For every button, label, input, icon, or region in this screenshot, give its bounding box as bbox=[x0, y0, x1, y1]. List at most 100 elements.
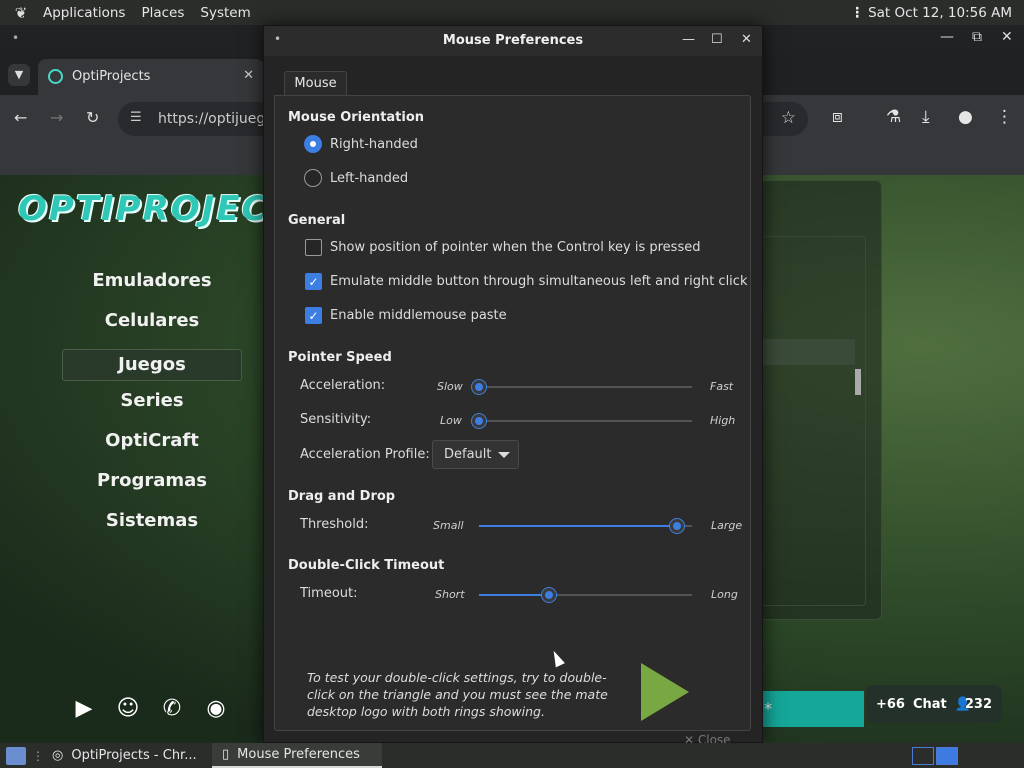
preferences-notebook: Mouse Mouse Orientation Right-handed Lef… bbox=[274, 67, 751, 731]
chat-count: +66 bbox=[875, 696, 905, 712]
middle-paste-checkbox[interactable]: ✓ Enable middlemouse paste bbox=[305, 307, 507, 324]
workspace-switcher bbox=[910, 746, 958, 765]
acceleration-max-label: Fast bbox=[710, 380, 734, 393]
social-links: ▶ ☺ ✆ ◉ bbox=[68, 695, 232, 723]
timeout-label: Timeout: bbox=[300, 586, 358, 601]
more-menu-icon[interactable]: ⋮ bbox=[996, 107, 1013, 127]
timeout-min-label: Short bbox=[435, 588, 465, 601]
acceleration-slider-handle[interactable] bbox=[472, 380, 486, 394]
teal-button[interactable]: * bbox=[760, 691, 864, 727]
menu-applications[interactable]: Applications bbox=[35, 5, 133, 21]
chat-widget[interactable]: +66 Chat 👤 232 bbox=[866, 685, 1002, 723]
chat-users: 232 bbox=[964, 696, 992, 712]
tab-search-icon[interactable]: ▼ bbox=[8, 64, 30, 86]
workspace-1[interactable] bbox=[912, 746, 934, 765]
bookmark-star-icon[interactable]: ☆ bbox=[781, 108, 796, 128]
broadcast-icon[interactable]: ◉ bbox=[200, 695, 232, 723]
nav-emuladores[interactable]: Emuladores bbox=[62, 265, 242, 305]
timeout-slider[interactable] bbox=[479, 588, 692, 602]
tab-mouse[interactable]: Mouse bbox=[284, 71, 347, 96]
nav-opticraft[interactable]: OptiCraft bbox=[62, 425, 242, 465]
menu-places[interactable]: Places bbox=[133, 5, 192, 21]
maximize-icon[interactable]: ☐ bbox=[711, 32, 723, 47]
sensitivity-label: Sensitivity: bbox=[300, 412, 372, 427]
maximize-icon[interactable]: ⧉ bbox=[972, 29, 982, 45]
threshold-slider[interactable] bbox=[479, 519, 692, 533]
sensitivity-slider-handle[interactable] bbox=[472, 414, 486, 428]
forward-icon[interactable]: → bbox=[50, 108, 63, 127]
top-panel: ❦ Applications Places System ⋮ Sat Oct 1… bbox=[0, 0, 1024, 25]
mouse-page: Mouse Orientation Right-handed Left-hand… bbox=[274, 95, 751, 731]
threshold-slider-handle[interactable] bbox=[670, 519, 685, 533]
checkbox-indicator[interactable] bbox=[305, 239, 322, 256]
chat-label: Chat bbox=[912, 696, 947, 712]
dropdown-arrow-icon bbox=[498, 452, 510, 458]
extensions-icon[interactable]: ⧈ bbox=[832, 107, 843, 127]
show-pointer-checkbox[interactable]: Show position of pointer when the Contro… bbox=[305, 239, 700, 256]
radio-indicator[interactable] bbox=[304, 169, 322, 187]
show-desktop-icon[interactable] bbox=[6, 746, 26, 765]
sensitivity-slider[interactable] bbox=[472, 414, 692, 428]
labs-flask-icon[interactable]: ⚗ bbox=[886, 107, 901, 127]
task-browser[interactable]: ◎ OptiProjects - Chr... bbox=[42, 743, 212, 768]
minimize-icon[interactable]: — bbox=[940, 29, 954, 45]
back-icon[interactable]: ← bbox=[14, 108, 27, 127]
radio-indicator[interactable] bbox=[304, 135, 322, 153]
download-icon[interactable]: ⤓ bbox=[922, 107, 930, 127]
youtube-icon[interactable]: ▶ bbox=[68, 695, 100, 723]
url-text[interactable]: https://optijuego bbox=[158, 111, 274, 127]
bottom-taskbar: ⋮ ◎ OptiProjects - Chr... ▯ Mouse Prefer… bbox=[0, 743, 1024, 768]
checkmark-icon[interactable]: ✓ bbox=[305, 273, 322, 290]
acceleration-slider[interactable] bbox=[472, 380, 692, 394]
acceleration-profile-select[interactable]: Default bbox=[432, 440, 519, 469]
panel-handle-icon: ⋮ bbox=[32, 748, 44, 763]
whatsapp-icon[interactable]: ✆ bbox=[156, 695, 188, 723]
close-icon[interactable]: ✕ bbox=[741, 32, 752, 47]
panel-handle-icon: ⋮ bbox=[850, 4, 865, 21]
site-nav: Emuladores Celulares Juegos Series OptiC… bbox=[62, 265, 242, 545]
clock[interactable]: Sat Oct 12, 10:56 AM bbox=[868, 5, 1012, 21]
orientation-heading: Mouse Orientation bbox=[288, 110, 425, 125]
acceleration-profile-label: Acceleration Profile: bbox=[300, 447, 430, 462]
right-handed-radio[interactable]: Right-handed bbox=[304, 135, 418, 153]
drag-drop-heading: Drag and Drop bbox=[288, 489, 396, 504]
site-info-icon[interactable]: ☰ bbox=[130, 110, 142, 125]
double-click-test-triangle[interactable] bbox=[641, 663, 689, 721]
general-heading: General bbox=[288, 213, 346, 228]
tab-title: OptiProjects bbox=[72, 69, 151, 84]
double-click-hint: To test your double-click settings, try … bbox=[307, 670, 608, 719]
pointer-speed-heading: Pointer Speed bbox=[288, 350, 392, 365]
site-favicon-icon bbox=[48, 69, 63, 84]
nav-juegos[interactable]: Juegos bbox=[62, 349, 242, 381]
reload-icon[interactable]: ↻ bbox=[86, 108, 99, 127]
mouse-cursor-icon bbox=[549, 648, 565, 668]
discord-icon[interactable]: ☺ bbox=[112, 695, 144, 723]
tab-close-icon[interactable]: ✕ bbox=[243, 68, 254, 83]
workspace-2[interactable] bbox=[936, 746, 958, 765]
double-click-heading: Double-Click Timeout bbox=[288, 558, 445, 573]
scrollbar-thumb[interactable] bbox=[855, 369, 861, 395]
profile-icon[interactable]: ● bbox=[958, 107, 973, 127]
window-menu-icon[interactable]: • bbox=[12, 31, 19, 45]
emulate-middle-checkbox[interactable]: ✓ Emulate middle button through simultan… bbox=[305, 273, 747, 290]
nav-sistemas[interactable]: Sistemas bbox=[62, 505, 242, 545]
menu-system[interactable]: System bbox=[192, 5, 258, 21]
chrome-icon: ◎ bbox=[52, 748, 64, 763]
task-mouse-preferences[interactable]: ▯ Mouse Preferences bbox=[212, 743, 382, 768]
minimize-icon[interactable]: — bbox=[682, 32, 695, 47]
close-icon[interactable]: ✕ bbox=[1001, 29, 1013, 45]
threshold-min-label: Small bbox=[433, 519, 464, 532]
mate-foot-icon[interactable]: ❦ bbox=[12, 4, 30, 22]
nav-series[interactable]: Series bbox=[62, 385, 242, 425]
timeout-slider-handle[interactable] bbox=[542, 588, 557, 602]
mouse-icon: ▯ bbox=[222, 747, 230, 762]
acceleration-label: Acceleration: bbox=[300, 378, 386, 393]
threshold-max-label: Large bbox=[711, 519, 743, 532]
sensitivity-min-label: Low bbox=[440, 414, 462, 427]
browser-tab[interactable]: OptiProjects ✕ bbox=[38, 59, 264, 95]
sensitivity-max-label: High bbox=[710, 414, 736, 427]
nav-programas[interactable]: Programas bbox=[62, 465, 242, 505]
checkmark-icon[interactable]: ✓ bbox=[305, 307, 322, 324]
nav-celulares[interactable]: Celulares bbox=[62, 305, 242, 345]
left-handed-radio[interactable]: Left-handed bbox=[304, 169, 408, 187]
